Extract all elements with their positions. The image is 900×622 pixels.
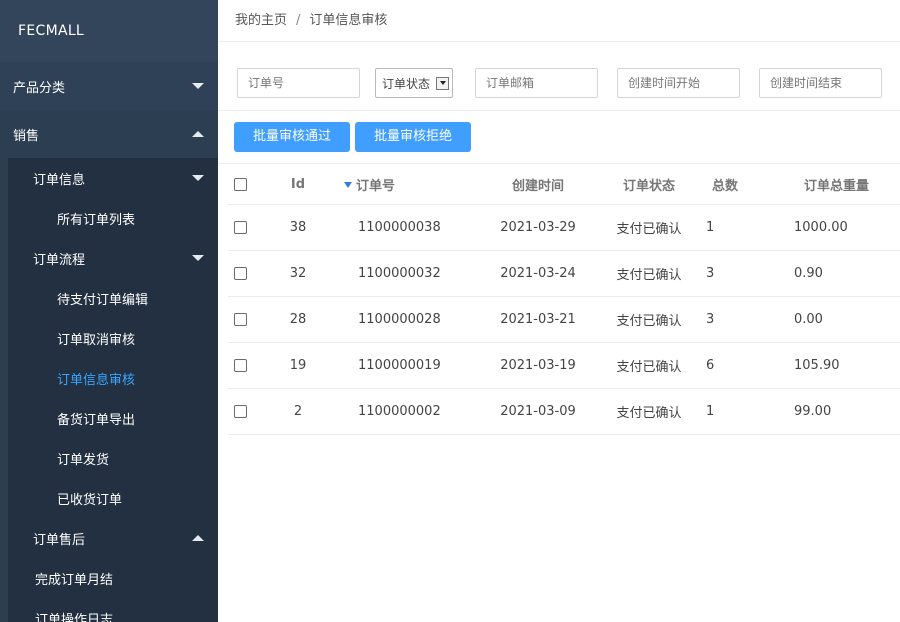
cell-created: 2021-03-09 [482,388,594,435]
cell-order-no: 1100000019 [338,342,482,389]
cell-created: 2021-03-29 [482,204,594,251]
main-content: 我的主页 / 订单信息审核 订单状态 批量审核通过 批量审核拒绝 Id 订单号 创建… [218,0,900,622]
cell-status: 支付已确认 [594,388,704,435]
cell-qty: 6 [704,342,792,389]
sidebar-item-stock-export[interactable]: 备货订单导出 [8,398,218,438]
created-start-input[interactable] [617,68,740,98]
sidebar-item-product-category[interactable]: 产品分类 [0,62,218,110]
cell-created: 2021-03-24 [482,250,594,297]
sidebar-item-sales[interactable]: 销售 [0,110,218,158]
cell-weight: 1000.00 [792,204,900,251]
cell-id: 32 [258,250,338,297]
sidebar-item-monthly-settlement[interactable]: 完成订单月结 [8,558,218,598]
breadcrumb-home[interactable]: 我的主页 [235,13,287,28]
breadcrumb-current: 订单信息审核 [309,13,388,28]
sales-submenu: 订单信息 所有订单列表 订单流程 待支付订单编辑 订单取消审核 订单信息审核 备… [8,158,218,622]
table-row: 28 1100000028 2021-03-21 支付已确认 3 0.00 [228,296,900,343]
cell-status: 支付已确认 [594,250,704,297]
cell-status: 支付已确认 [594,342,704,389]
sidebar-item-pending-payment-edit[interactable]: 待支付订单编辑 [8,278,218,318]
cell-id: 38 [258,204,338,251]
created-end-input[interactable] [759,68,882,98]
table-row: 2 1100000002 2021-03-09 支付已确认 1 99.00 [228,388,900,435]
sidebar-item-all-orders[interactable]: 所有订单列表 [8,198,218,238]
sidebar: FECMALL 产品分类 销售 订单信息 所有订单列表 订单流程 待支付订单编辑… [0,0,218,622]
cell-created: 2021-03-19 [482,342,594,389]
chevron-down-icon [192,255,204,261]
sidebar-item-label: 产品分类 [13,80,66,96]
row-checkbox[interactable] [234,405,247,418]
breadcrumb-separator: / [296,13,301,28]
order-status-select-value: 订单状态 [382,76,431,91]
sidebar-item-label: 订单流程 [33,252,86,268]
header-weight[interactable]: 订单总重量 [792,164,900,205]
header-created[interactable]: 创建时间 [482,164,594,205]
table-row: 32 1100000032 2021-03-24 支付已确认 3 0.90 [228,250,900,297]
sort-desc-icon [344,182,352,188]
table-body: 38 1100000038 2021-03-29 支付已确认 1 1000.00… [228,204,900,435]
cell-weight: 105.90 [792,342,900,389]
cell-id: 19 [258,342,338,389]
sidebar-item-label: 订单信息 [33,172,86,188]
chevron-down-icon [192,175,204,181]
chevron-up-icon [192,131,204,137]
batch-approve-button[interactable]: 批量审核通过 [234,122,350,152]
cell-qty: 1 [704,388,792,435]
sidebar-item-received[interactable]: 已收货订单 [8,478,218,518]
sidebar-group-order-info[interactable]: 订单信息 [8,158,218,198]
cell-weight: 0.00 [792,296,900,343]
cell-order-no: 1100000032 [338,250,482,297]
cell-order-no: 1100000028 [338,296,482,343]
cell-weight: 99.00 [792,388,900,435]
select-all-checkbox[interactable] [234,177,247,191]
sidebar-item-label: 订单售后 [33,532,86,548]
row-checkbox[interactable] [234,313,247,326]
cell-order-no: 1100000038 [338,204,482,251]
sidebar-item-operation-log[interactable]: 订单操作日志 [8,598,218,622]
sidebar-item-label: 销售 [13,128,40,144]
order-status-select[interactable]: 订单状态 [375,68,453,98]
order-email-input[interactable] [475,68,598,98]
cell-order-no: 1100000002 [338,388,482,435]
cell-qty: 3 [704,250,792,297]
chevron-down-icon [192,83,204,89]
dropdown-arrow-icon [436,76,449,90]
table-row: 19 1100000019 2021-03-19 支付已确认 6 105.90 [228,342,900,389]
row-checkbox[interactable] [234,267,247,280]
chevron-up-icon [192,535,204,541]
header-status[interactable]: 订单状态 [594,164,704,205]
table-row: 38 1100000038 2021-03-29 支付已确认 1 1000.00 [228,204,900,251]
header-select-all [228,164,258,205]
cell-status: 支付已确认 [594,204,704,251]
sidebar-item-cancel-review[interactable]: 订单取消审核 [8,318,218,358]
header-order-no[interactable]: 订单号 [338,164,482,205]
row-checkbox[interactable] [234,359,247,372]
filter-bar: 订单状态 [218,42,900,111]
header-qty[interactable]: 总数 [704,164,792,205]
orders-table: Id 订单号 创建时间 订单状态 总数 订单总重量 38 1100000038 … [228,164,900,435]
breadcrumb: 我的主页 / 订单信息审核 [218,0,900,42]
cell-status: 支付已确认 [594,296,704,343]
cell-weight: 0.90 [792,250,900,297]
cell-qty: 1 [704,204,792,251]
cell-qty: 3 [704,296,792,343]
cell-created: 2021-03-21 [482,296,594,343]
table-header-row: Id 订单号 创建时间 订单状态 总数 订单总重量 [228,164,900,205]
brand-logo: FECMALL [0,0,218,62]
sidebar-group-after-sales[interactable]: 订单售后 [8,518,218,558]
cell-id: 28 [258,296,338,343]
action-bar: 批量审核通过 批量审核拒绝 [218,111,900,164]
batch-reject-button[interactable]: 批量审核拒绝 [355,122,471,152]
order-number-input[interactable] [237,68,360,98]
cell-id: 2 [258,388,338,435]
sidebar-group-order-flow[interactable]: 订单流程 [8,238,218,278]
sidebar-item-info-review[interactable]: 订单信息审核 [8,358,218,398]
row-checkbox[interactable] [234,221,247,234]
header-id[interactable]: Id [258,164,338,205]
sidebar-item-ship[interactable]: 订单发货 [8,438,218,478]
